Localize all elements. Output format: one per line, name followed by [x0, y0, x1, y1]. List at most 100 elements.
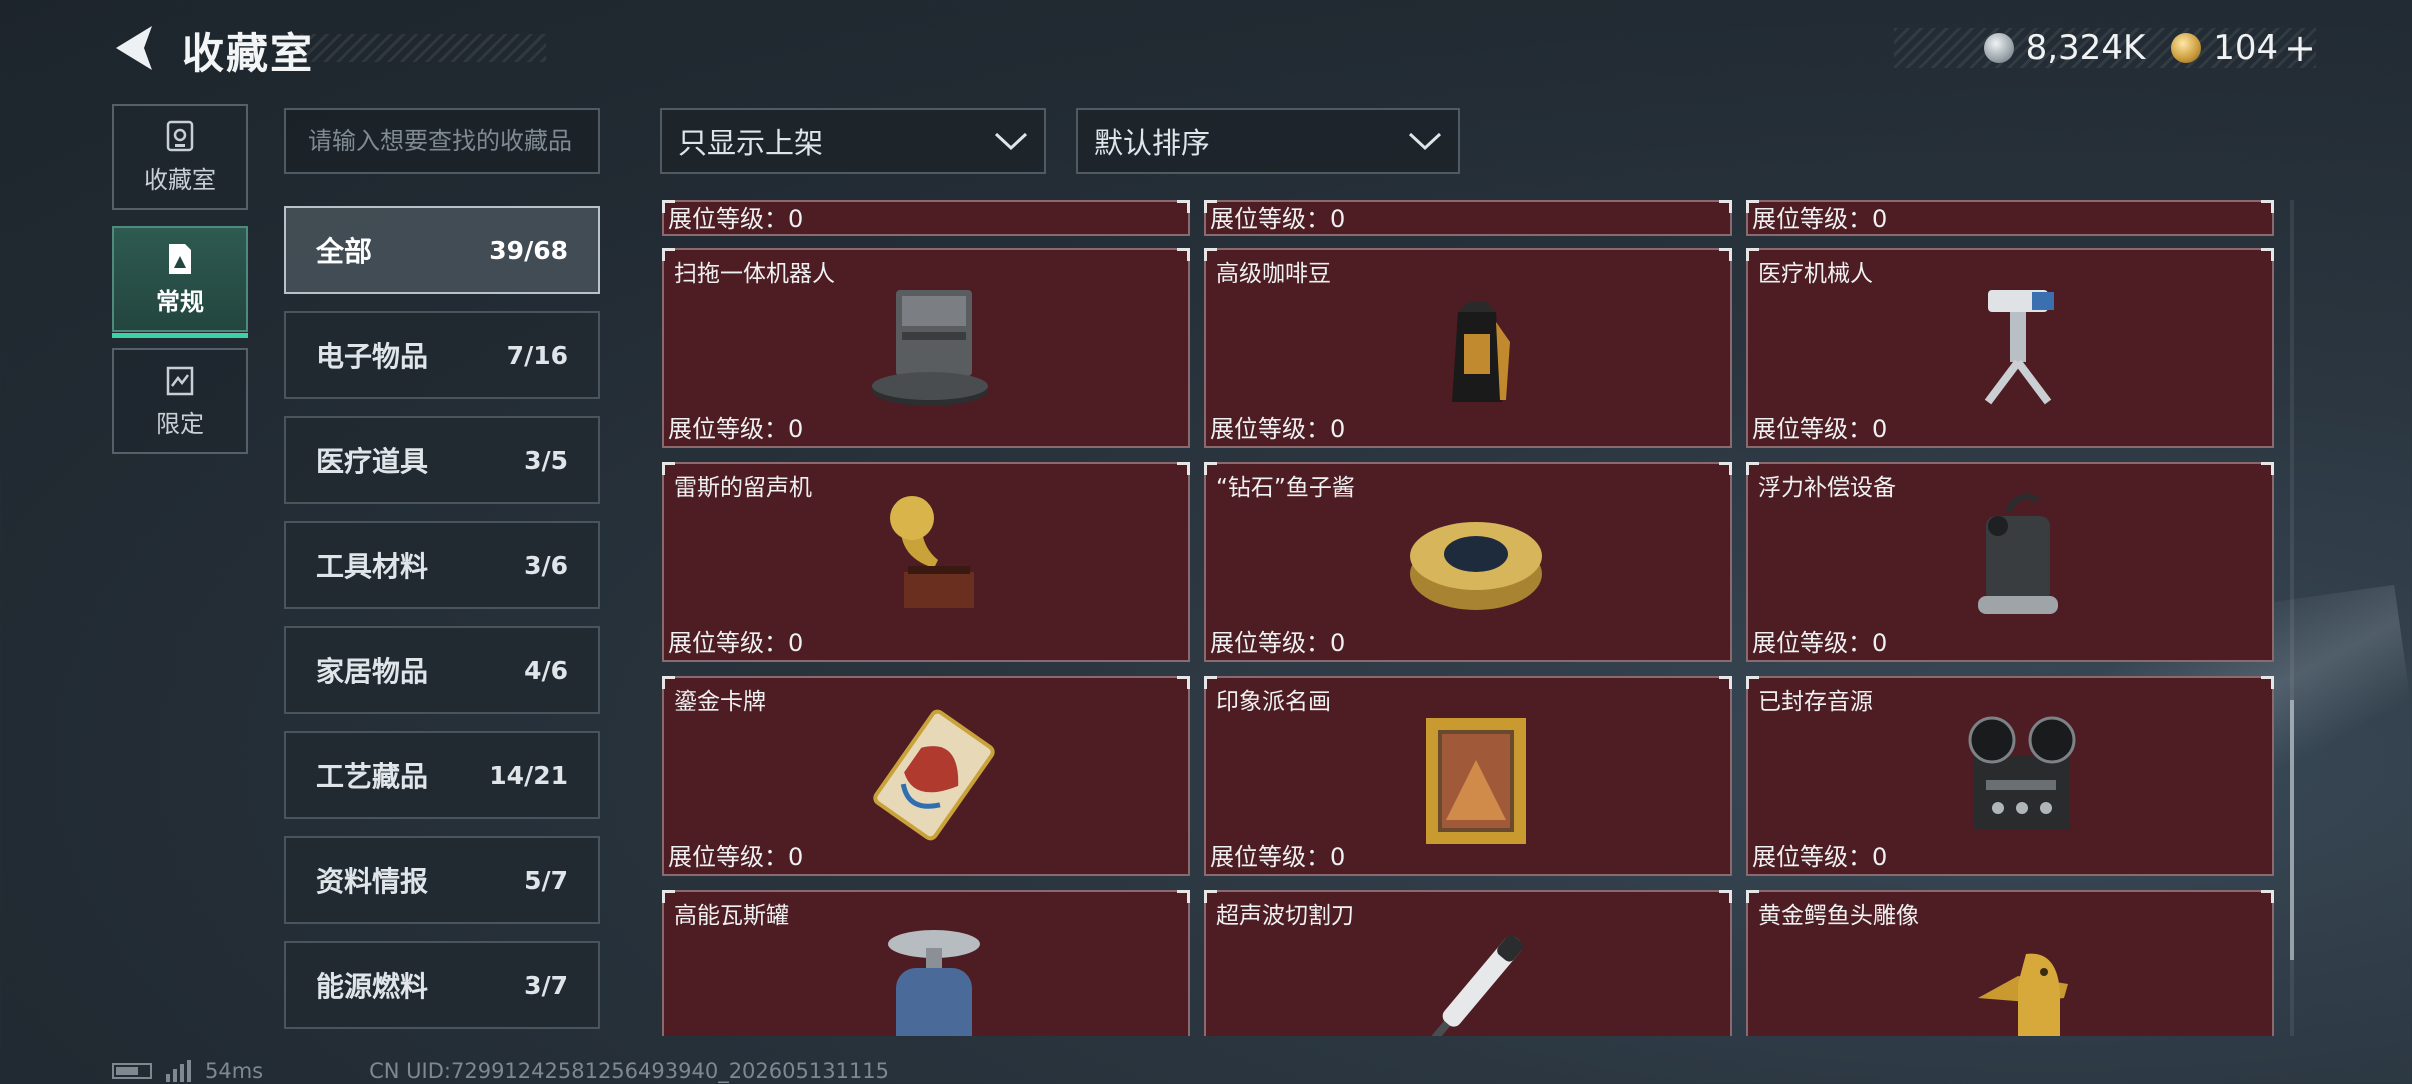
- search-input[interactable]: [286, 110, 598, 172]
- item-name: 高能瓦斯罐: [674, 903, 789, 929]
- reel-recorder-icon: [1968, 716, 2076, 830]
- collection-card[interactable]: 印象派名画 展位等级：0: [1204, 676, 1732, 876]
- display-level: 展位等级：0: [1752, 843, 1888, 871]
- category-name: 家居物品: [316, 655, 429, 688]
- collection-card[interactable]: 超声波切割刀: [1204, 890, 1732, 1036]
- display-level: 展位等级：0: [668, 629, 804, 657]
- item-name: 已封存音源: [1758, 689, 1873, 715]
- category-count: 7/16: [506, 340, 568, 370]
- caviar-tin-icon: [1410, 522, 1542, 610]
- category-fuel[interactable]: 能源燃料 3/7: [284, 941, 600, 1029]
- framed-painting-icon: [1426, 718, 1526, 844]
- collection-card[interactable]: 医疗机械人 展位等级：0: [1746, 248, 2274, 448]
- category-name: 资料情报: [316, 865, 429, 898]
- category-name: 医疗道具: [316, 445, 429, 478]
- category-count: 14/21: [489, 760, 568, 790]
- nav-tab-regular[interactable]: 常规: [112, 226, 248, 338]
- collection-card-partial[interactable]: 展位等级：0: [1746, 200, 2274, 236]
- trophy-icon: [166, 120, 194, 151]
- chevron-down-icon: [1408, 132, 1442, 151]
- category-crafts[interactable]: 工艺藏品 14/21: [284, 731, 600, 819]
- currency-1-value: 8,324K: [2025, 28, 2146, 68]
- collection-card[interactable]: 已封存音源 展位等级：0: [1746, 676, 2274, 876]
- item-name: 黄金鳄鱼头雕像: [1758, 903, 1919, 929]
- nav-tab-label: 收藏室: [144, 165, 216, 194]
- gilded-card-icon: [873, 709, 995, 841]
- gramophone-icon: [890, 496, 974, 608]
- category-count: 3/7: [524, 970, 568, 1000]
- category-count: 39/68: [489, 235, 568, 265]
- display-level: 展位等级：0: [668, 415, 804, 443]
- category-count: 3/5: [524, 445, 568, 475]
- currency-bar: 8,324K 104 +: [1893, 26, 2316, 70]
- display-level: 展位等级：0: [1752, 205, 1888, 233]
- item-name: 鎏金卡牌: [674, 689, 766, 715]
- item-name: 印象派名画: [1216, 689, 1331, 715]
- robot-vacuum-icon: [872, 290, 988, 406]
- category-electronics[interactable]: 电子物品 7/16: [284, 311, 600, 399]
- collection-card[interactable]: 扫拖一体机器人 展位等级：0: [662, 248, 1190, 448]
- coffee-bag-icon: [1452, 302, 1510, 402]
- gas-canister-icon: [888, 930, 980, 1036]
- display-level: 展位等级：0: [1210, 205, 1346, 233]
- collection-card[interactable]: 浮力补偿设备 展位等级：0: [1746, 462, 2274, 662]
- category-name: 工艺藏品: [316, 760, 429, 793]
- category-name: 电子物品: [316, 340, 429, 373]
- nav-tab-collection-room[interactable]: 收藏室: [112, 104, 248, 210]
- collection-card[interactable]: “钻石”鱼子酱 展位等级：0: [1204, 462, 1732, 662]
- status-footer: 54ms CN UID:72991242581256493940_2026051…: [112, 1058, 889, 1084]
- category-intel[interactable]: 资料情报 5/7: [284, 836, 600, 924]
- display-level: 展位等级：0: [1210, 629, 1346, 657]
- category-name: 能源燃料: [316, 970, 429, 1003]
- battery-icon: [112, 1063, 152, 1079]
- back-arrow-icon[interactable]: [112, 24, 156, 72]
- diving-gear-icon: [1978, 494, 2058, 614]
- grid-scrollbar-thumb[interactable]: [2290, 700, 2294, 960]
- display-level: 展位等级：0: [668, 205, 804, 233]
- medical-robot-icon: [1984, 290, 2054, 405]
- signal-icon: [166, 1060, 191, 1082]
- collection-card[interactable]: 高能瓦斯罐: [662, 890, 1190, 1036]
- sort-dropdown[interactable]: 默认排序: [1076, 108, 1460, 174]
- silver-coin-icon: [1983, 33, 2014, 63]
- item-name: “钻石”鱼子酱: [1216, 475, 1355, 501]
- nav-tab-limited[interactable]: 限定: [112, 348, 248, 454]
- collection-card-partial[interactable]: 展位等级：0: [1204, 200, 1732, 236]
- uid-text: CN UID:72991242581256493940_202605131115: [369, 1059, 890, 1083]
- ultrasonic-cutter-icon: [1427, 935, 1523, 1036]
- display-level: 展位等级：0: [668, 843, 804, 871]
- collection-card[interactable]: 黄金鳄鱼头雕像: [1746, 890, 2274, 1036]
- category-count: 4/6: [524, 655, 568, 685]
- category-name: 全部: [316, 235, 373, 268]
- collection-card[interactable]: 雷斯的留声机 展位等级：0: [662, 462, 1190, 662]
- category-medical[interactable]: 医疗道具 3/5: [284, 416, 600, 504]
- category-all[interactable]: 全部 39/68: [284, 206, 600, 294]
- search-box[interactable]: [284, 108, 600, 174]
- category-household[interactable]: 家居物品 4/6: [284, 626, 600, 714]
- item-name: 浮力补偿设备: [1758, 475, 1896, 501]
- collection-card-partial[interactable]: 展位等级：0: [662, 200, 1190, 236]
- title-hatch-decoration: [300, 34, 546, 62]
- item-name: 雷斯的留声机: [674, 475, 812, 501]
- nav-tab-label: 限定: [156, 409, 204, 438]
- dropdown-label: 只显示上架: [678, 126, 824, 160]
- collection-card[interactable]: 鎏金卡牌 展位等级：0: [662, 676, 1190, 876]
- page-title: 收藏室: [182, 29, 315, 78]
- listed-filter-dropdown[interactable]: 只显示上架: [660, 108, 1046, 174]
- category-tools[interactable]: 工具材料 3/6: [284, 521, 600, 609]
- collection-icon: [169, 243, 191, 274]
- collection-grid: 展位等级：0 展位等级：0 展位等级：0 扫拖一体机器人 展位等级：0 高级咖啡…: [660, 200, 2274, 1036]
- ping-value: 54ms: [205, 1059, 264, 1083]
- nav-tab-label: 常规: [156, 287, 204, 316]
- gold-crocodile-statue-icon: [1978, 953, 2068, 1036]
- item-name: 高级咖啡豆: [1216, 261, 1331, 287]
- item-name: 超声波切割刀: [1216, 903, 1354, 929]
- category-count: 5/7: [524, 865, 568, 895]
- collection-card[interactable]: 高级咖啡豆 展位等级：0: [1204, 248, 1732, 448]
- chevron-down-icon: [994, 132, 1028, 151]
- item-name: 扫拖一体机器人: [674, 261, 835, 287]
- display-level: 展位等级：0: [1210, 415, 1346, 443]
- category-name: 工具材料: [316, 550, 429, 583]
- add-currency-button[interactable]: +: [2284, 26, 2316, 70]
- currency-2-value: 104: [2213, 28, 2279, 68]
